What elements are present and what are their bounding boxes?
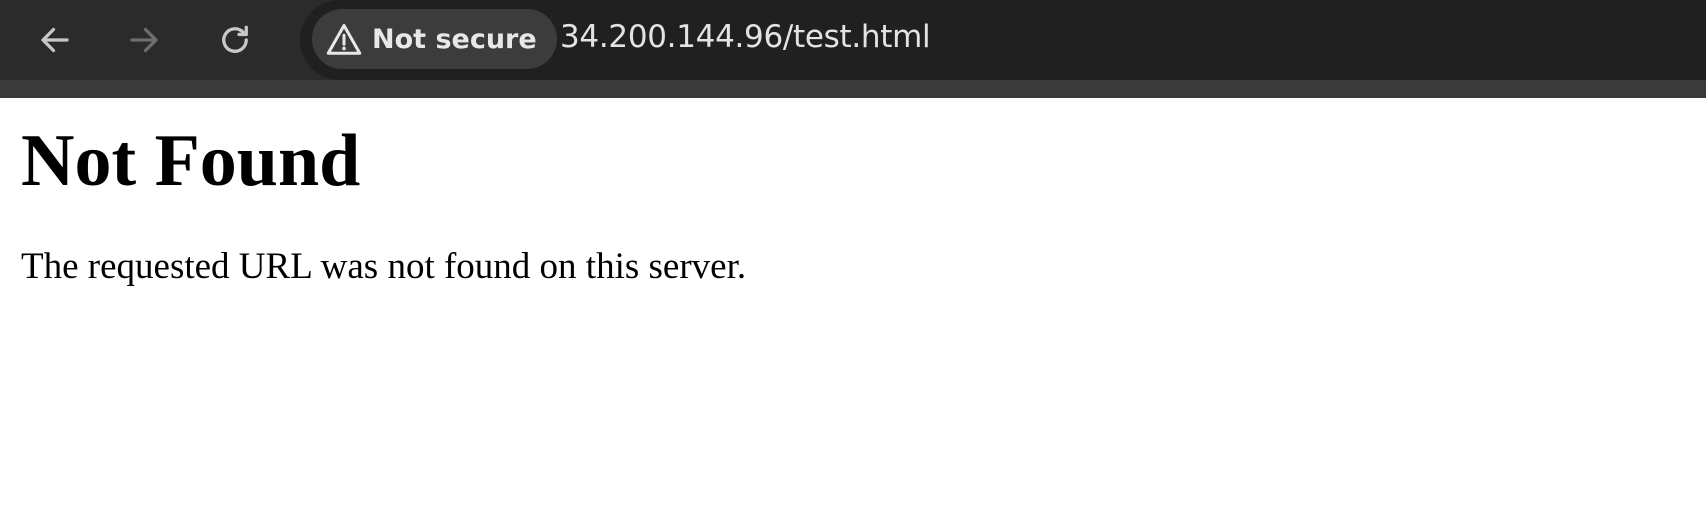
security-chip-label: Not secure bbox=[372, 23, 537, 55]
back-button[interactable] bbox=[29, 14, 81, 66]
reload-button[interactable] bbox=[209, 14, 261, 66]
security-chip[interactable]: Not secure bbox=[312, 9, 557, 69]
reload-icon bbox=[222, 25, 248, 53]
arrow-right-icon bbox=[130, 27, 158, 53]
warning-triangle-icon bbox=[326, 24, 362, 55]
forward-button[interactable] bbox=[118, 14, 170, 66]
url-text[interactable]: 34.200.144.96/test.html bbox=[560, 19, 931, 55]
page-title: Not Found bbox=[21, 120, 361, 202]
arrow-left-icon bbox=[41, 27, 69, 53]
toolbar-divider bbox=[0, 80, 1706, 98]
page-content: Not Found The requested URL was not foun… bbox=[21, 98, 1681, 285]
error-message: The requested URL was not found on this … bbox=[21, 246, 747, 287]
